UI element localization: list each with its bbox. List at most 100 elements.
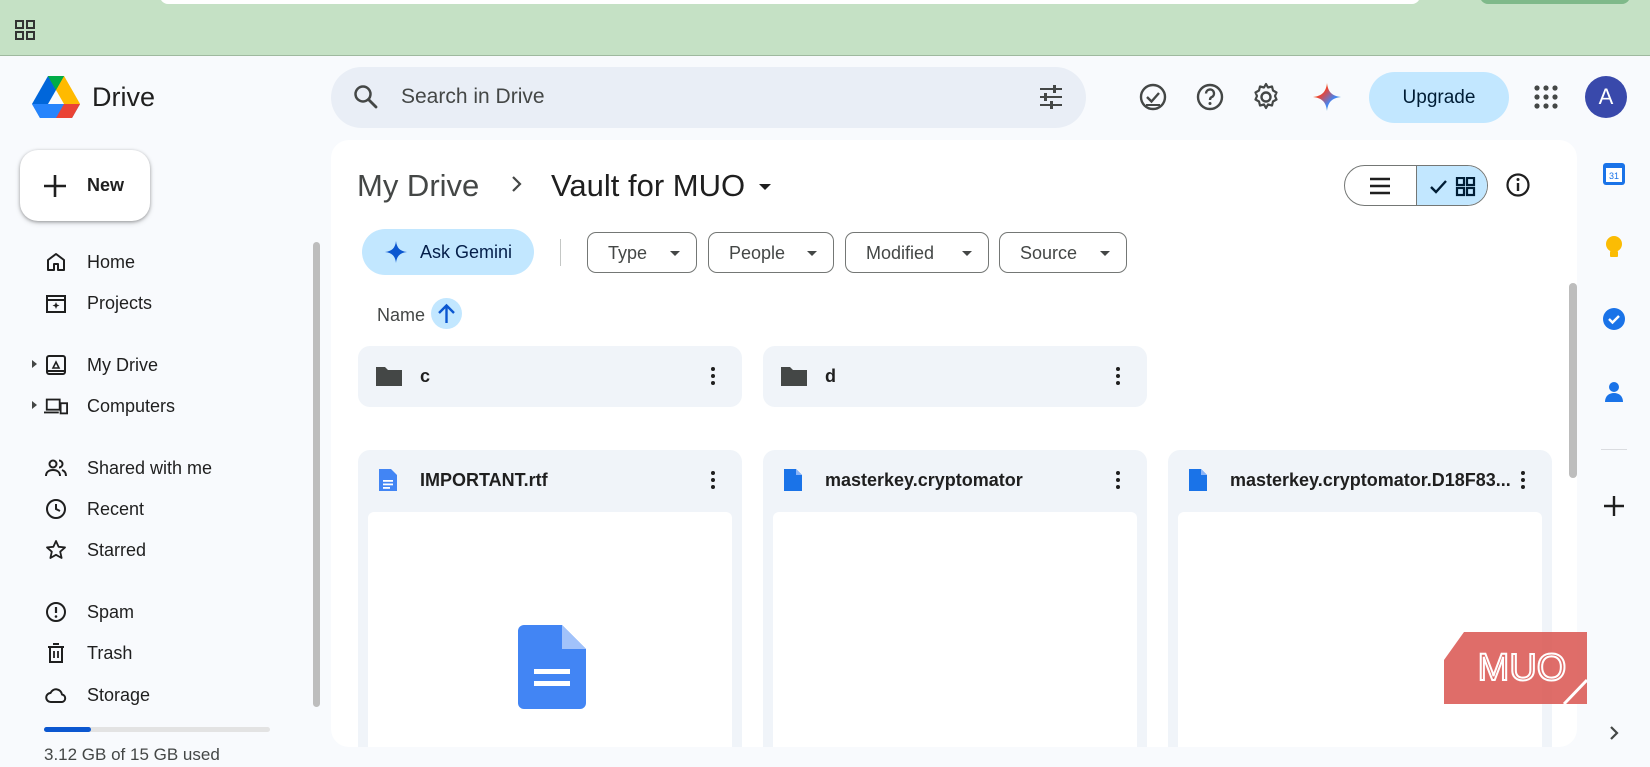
dropdown-caret-icon xyxy=(807,251,817,256)
browser-address-bar[interactable] xyxy=(160,0,1420,4)
ask-gemini-button[interactable]: Ask Gemini xyxy=(362,229,534,275)
sidebar-item-shared-with-me[interactable]: Shared with me xyxy=(0,450,300,486)
more-options-icon[interactable] xyxy=(710,367,716,387)
help-icon[interactable] xyxy=(1194,81,1226,113)
file-icon xyxy=(1189,469,1207,491)
sidebar-item-home[interactable]: Home xyxy=(0,244,300,280)
document-icon xyxy=(379,469,397,491)
file-card[interactable]: IMPORTANT.rtf xyxy=(358,450,742,747)
sidebar-item-projects[interactable]: Projects xyxy=(0,285,300,321)
file-icon xyxy=(784,469,802,491)
file-thumbnail[interactable] xyxy=(773,512,1137,747)
folder-icon xyxy=(781,367,807,386)
filter-chip-label: Type xyxy=(608,243,648,263)
home-icon xyxy=(47,253,65,271)
watermark-text: MUO xyxy=(1478,647,1567,689)
sidebar-item-trash[interactable]: Trash xyxy=(0,635,300,671)
sort-direction-button[interactable] xyxy=(431,298,462,329)
add-addon-icon[interactable] xyxy=(1601,493,1627,519)
grid-view-check-icon xyxy=(1430,177,1476,197)
clock-icon xyxy=(46,499,66,519)
filter-chip-modified[interactable]: Modified xyxy=(845,232,989,273)
sidebar-item-storage[interactable]: Storage xyxy=(0,677,300,713)
file-card[interactable]: masterkey.cryptomator xyxy=(763,450,1147,747)
storage-progress-fill xyxy=(44,727,91,732)
file-thumbnail[interactable] xyxy=(1178,512,1542,747)
ask-gemini-label: Ask Gemini xyxy=(420,242,513,262)
dropdown-caret-icon xyxy=(670,251,680,256)
sidebar-item-label: Storage xyxy=(87,685,151,705)
gemini-spark-icon[interactable] xyxy=(1311,81,1343,113)
main-scrollbar[interactable] xyxy=(1569,283,1577,478)
muo-watermark-logo: MUO xyxy=(1444,632,1587,704)
more-options-icon[interactable] xyxy=(1520,471,1526,491)
projects-icon xyxy=(46,295,66,313)
grid-view-button[interactable] xyxy=(1416,166,1487,205)
browser-profile-button[interactable] xyxy=(1480,0,1630,4)
expand-arrow-icon[interactable] xyxy=(32,401,37,409)
filter-chip-label: People xyxy=(729,243,786,263)
info-icon[interactable] xyxy=(1505,172,1531,198)
view-toggle xyxy=(1344,165,1488,206)
more-options-icon[interactable] xyxy=(710,471,716,491)
settings-gear-icon[interactable] xyxy=(1250,81,1282,113)
folder-icon xyxy=(376,367,402,386)
search-input[interactable] xyxy=(401,81,1001,113)
folder-menu-caret-icon[interactable] xyxy=(759,184,771,190)
breadcrumb-current-folder[interactable]: Vault for MUO xyxy=(551,168,745,204)
more-options-icon[interactable] xyxy=(1115,471,1121,491)
upgrade-button[interactable]: Upgrade xyxy=(1369,72,1509,123)
keep-icon[interactable] xyxy=(1601,234,1627,260)
folder-name: d xyxy=(825,366,836,386)
sidebar-item-label: Home xyxy=(87,252,136,272)
filter-chip-type[interactable]: Type xyxy=(587,232,697,273)
google-apps-icon[interactable] xyxy=(1530,81,1562,113)
app-brand[interactable]: Drive xyxy=(92,82,155,113)
folder-card[interactable]: c xyxy=(358,346,742,407)
more-options-icon[interactable] xyxy=(1115,367,1121,387)
sidebar-scrollbar[interactable] xyxy=(313,242,320,707)
search-options-icon[interactable] xyxy=(1038,84,1064,110)
sidebar-item-computers[interactable]: Computers xyxy=(0,388,300,424)
account-avatar[interactable]: A xyxy=(1585,76,1627,118)
dropdown-caret-icon xyxy=(962,251,972,256)
calendar-icon[interactable]: 31 xyxy=(1601,161,1627,187)
sidebar-item-my-drive[interactable]: My Drive xyxy=(0,347,300,383)
filter-chip-people[interactable]: People xyxy=(708,232,834,273)
file-thumbnail[interactable] xyxy=(368,512,732,747)
storage-progress-bar xyxy=(44,727,270,732)
sidebar-item-spam[interactable]: Spam xyxy=(0,594,300,630)
breadcrumb-my-drive[interactable]: My Drive xyxy=(357,168,479,204)
expand-arrow-icon[interactable] xyxy=(32,360,37,368)
trash-icon xyxy=(48,643,64,663)
list-view-button[interactable] xyxy=(1345,166,1416,205)
sidebar-item-label: Trash xyxy=(87,643,133,663)
browser-apps-icon[interactable] xyxy=(15,20,35,40)
sort-by-name-label[interactable]: Name xyxy=(377,305,425,326)
sidebar-item-label: Computers xyxy=(87,396,176,416)
sidebar-item-label: Projects xyxy=(87,293,153,313)
filter-chip-label: Modified xyxy=(866,243,935,263)
calendar-day: 31 xyxy=(1609,171,1619,181)
dropdown-caret-icon xyxy=(1100,251,1110,256)
search-icon[interactable] xyxy=(353,84,379,110)
sidebar-item-recent[interactable]: Recent xyxy=(0,491,300,527)
filter-divider xyxy=(560,239,561,266)
folder-card[interactable]: d xyxy=(763,346,1147,407)
filter-chip-source[interactable]: Source xyxy=(999,232,1127,273)
new-button[interactable]: New xyxy=(20,150,150,221)
main-content-panel: My Drive Vault for MUO Ask Gemini Type P… xyxy=(331,140,1577,747)
tasks-icon[interactable] xyxy=(1601,306,1627,332)
contacts-icon[interactable] xyxy=(1601,379,1627,405)
drive-logo-icon[interactable] xyxy=(32,76,80,120)
spam-icon xyxy=(46,602,66,622)
search-bar[interactable] xyxy=(331,67,1086,128)
arrow-up-icon xyxy=(438,303,455,323)
sidebar-item-starred[interactable]: Starred xyxy=(0,532,300,568)
rail-divider xyxy=(1601,449,1627,450)
storage-usage-text: 3.12 GB of 15 GB used xyxy=(44,745,220,764)
cloud-icon xyxy=(45,688,67,703)
chevron-right-icon[interactable] xyxy=(1601,720,1627,746)
ready-for-offline-icon[interactable] xyxy=(1137,81,1169,113)
chevron-right-icon xyxy=(512,176,522,192)
